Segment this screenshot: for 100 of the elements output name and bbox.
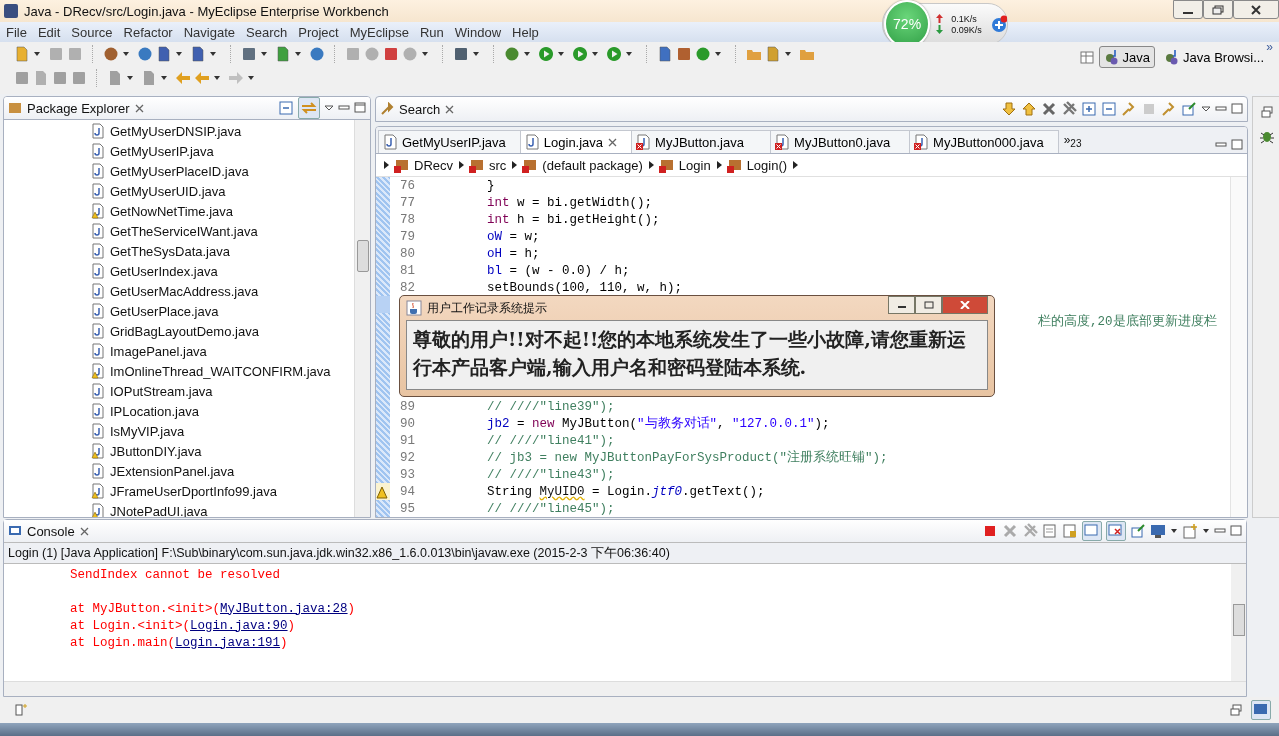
breadcrumb-item[interactable]: DRecv [394, 157, 453, 173]
menu-item[interactable]: MyEclipse [345, 24, 416, 40]
tree-item[interactable]: IPLocation.java [110, 403, 199, 419]
tree-item[interactable]: IOPutStream.java [110, 383, 213, 399]
tree-item[interactable]: GetUserPlace.java [110, 303, 219, 319]
maximize-icon[interactable] [1231, 137, 1243, 153]
menu-item[interactable]: Source [67, 24, 120, 40]
scrollbar[interactable] [354, 120, 370, 517]
breadcrumb-item[interactable]: Login() [726, 157, 788, 173]
tree-item[interactable]: JExtensionPanel.java [110, 463, 235, 479]
more-tabs-indicator[interactable]: »$_{23}$ [1057, 132, 1088, 153]
editor-tab[interactable]: MyJButton.java [631, 130, 772, 153]
arrow-left-icon[interactable] [175, 70, 191, 86]
fast-view-icon[interactable] [14, 703, 28, 717]
tree-item[interactable]: GetMyUserIP.java [110, 143, 214, 159]
breadcrumb-arrow-icon[interactable] [510, 159, 519, 171]
close-icon [1250, 4, 1262, 15]
tree-item[interactable]: GetMyUserDNSIP.java [110, 123, 242, 139]
menu-item[interactable]: Window [450, 24, 509, 40]
show-error-icon[interactable] [1106, 521, 1126, 541]
collapse-all-icon[interactable] [278, 100, 294, 116]
maximize-icon[interactable] [1231, 101, 1243, 117]
breadcrumb-item[interactable]: src [469, 157, 507, 173]
code-line: // jb3 = new MyJButtonPayForSysProduct("注册系统旺铺"); [486, 449, 888, 466]
close-button[interactable] [942, 296, 988, 314]
stack-trace-link[interactable]: Login.java:191 [175, 635, 281, 650]
tree-item[interactable]: GetMyUserUID.java [110, 183, 226, 199]
console-output-line: at Login.<init>( [70, 618, 191, 633]
line-number: 79 [399, 229, 416, 244]
minimize-button[interactable] [1173, 0, 1203, 19]
editor-tab[interactable]: MyJButton0.java [770, 130, 911, 153]
breadcrumb-arrow-icon[interactable] [646, 159, 655, 171]
clear-console-icon[interactable] [1042, 523, 1058, 539]
menu-item[interactable]: Search [242, 24, 295, 40]
breadcrumb-arrow-icon[interactable] [791, 159, 800, 171]
remove-icon[interactable] [1041, 101, 1057, 117]
breadcrumb-arrow-icon[interactable] [382, 159, 390, 171]
line-number: 89 [399, 399, 416, 414]
tree-item[interactable]: ImOnlineThread_WAITCONFIRM.java [110, 363, 331, 379]
java-file-icon [914, 134, 929, 150]
maximize-icon[interactable] [354, 100, 366, 116]
tree-item[interactable]: ImagePanel.java [110, 343, 207, 359]
horizontal-scrollbar[interactable] [4, 681, 1246, 696]
menu-item[interactable]: Help [508, 24, 546, 40]
breadcrumb-arrow-icon[interactable] [457, 159, 465, 171]
editor-tab[interactable]: Login.java [519, 130, 633, 153]
collapse-all-icon[interactable] [1101, 101, 1117, 117]
tree-item[interactable]: GridBagLayoutDemo.java [110, 323, 259, 339]
tree-item[interactable]: JFrameUserDportInfo99.java [110, 483, 277, 499]
restore-icon[interactable] [1259, 105, 1274, 119]
expand-all-icon[interactable] [1081, 101, 1097, 117]
overflow-chevron[interactable]: » [1266, 40, 1273, 54]
java-cup-icon [406, 300, 422, 316]
stack-trace-link[interactable]: Login.java:90 [190, 618, 288, 633]
dialog-title: 用户工作记录系统提示 [427, 299, 547, 317]
breadcrumb-item[interactable]: Login [658, 157, 711, 173]
line-number: 76 [399, 178, 416, 193]
display-console-icon[interactable] [1150, 523, 1166, 539]
search-tab[interactable]: Search [376, 97, 463, 121]
show-output-icon[interactable] [1082, 521, 1102, 541]
menu-item[interactable]: Edit [33, 24, 68, 40]
close-button[interactable] [1233, 0, 1279, 19]
minimize-button[interactable] [888, 296, 915, 314]
plus-icon[interactable] [989, 15, 1007, 33]
breadcrumb-item[interactable]: (default package) [522, 157, 643, 173]
line-number: 93 [399, 467, 416, 482]
console-tab[interactable]: Console [4, 520, 97, 542]
scrollbar[interactable] [1231, 564, 1246, 681]
tree-item[interactable]: GetMyUserPlaceID.java [110, 163, 249, 179]
remove-all-icon[interactable] [1022, 523, 1038, 539]
menu-item[interactable]: Project [294, 24, 346, 40]
pin-icon[interactable] [1181, 101, 1197, 117]
menu-item[interactable]: Refactor [119, 24, 180, 40]
pin-icon[interactable] [1130, 523, 1146, 539]
breadcrumb-arrow-icon[interactable] [714, 159, 723, 171]
menu-item[interactable]: File [2, 24, 34, 40]
tree-item[interactable]: IsMyVIP.java [110, 423, 185, 439]
maximize-icon[interactable] [1230, 523, 1242, 539]
maximize-button[interactable] [915, 296, 942, 314]
terminate-icon[interactable] [982, 523, 998, 539]
perspective-button[interactable]: Java [1098, 46, 1156, 68]
tree-item[interactable]: GetTheServiceIWant.java [110, 223, 258, 239]
stack-trace-link[interactable]: MyJButton.java:28 [220, 601, 348, 616]
tree-item[interactable]: JButtonDIY.java [110, 443, 202, 459]
console-output-line: ) [280, 635, 288, 650]
tree-item[interactable]: GetTheSysData.java [110, 243, 230, 259]
tree-item[interactable]: GetUserIndex.java [110, 263, 218, 279]
editor-tab[interactable]: MyJButton000.java [909, 130, 1059, 153]
editor-tab[interactable]: GetMyUserIP.java [378, 130, 521, 153]
remove-icon[interactable] [1002, 523, 1018, 539]
remove-all-icon[interactable] [1061, 101, 1077, 117]
tree-item[interactable]: GetUserMacAddress.java [110, 283, 259, 299]
restore-icon[interactable] [1229, 703, 1243, 717]
menu-item[interactable]: Run [415, 24, 451, 40]
tree-item[interactable]: GetNowNetTime.java [110, 203, 234, 219]
open-perspective-icon[interactable] [1078, 49, 1095, 65]
menu-item[interactable]: Navigate [179, 24, 242, 40]
console-output-line: ) [347, 601, 356, 616]
scroll-lock-icon[interactable] [1062, 523, 1078, 539]
console-icon[interactable] [1251, 700, 1271, 720]
